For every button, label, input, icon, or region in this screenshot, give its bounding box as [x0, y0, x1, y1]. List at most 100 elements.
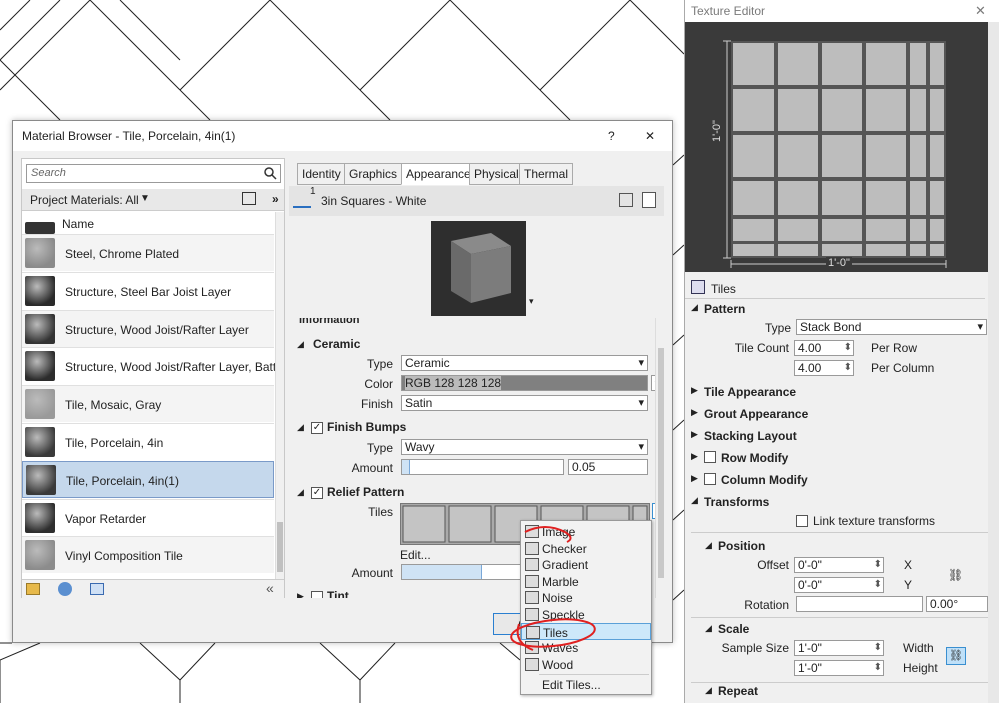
menu-item-image[interactable]: Image [521, 523, 651, 540]
transforms-section-header[interactable]: Transforms [704, 495, 769, 509]
menu-item-wood[interactable]: Wood [521, 656, 651, 673]
bumps-amount-slider[interactable] [401, 459, 564, 475]
panel-layout-icon[interactable] [242, 192, 256, 205]
information-section-header[interactable]: Information [299, 318, 360, 326]
material-list-item[interactable]: Steel, Chrome Plated [22, 234, 274, 271]
collapse-triangle-icon[interactable]: ◢ [705, 623, 712, 634]
column-modify-section[interactable]: Column Modify [721, 473, 808, 487]
menu-item-checker[interactable]: Checker [521, 540, 651, 557]
menu-item-speckle[interactable]: Speckle [521, 606, 651, 623]
menu-item-edit-tiles[interactable]: Edit Tiles... [521, 676, 651, 693]
duplicate-asset-icon[interactable] [642, 192, 656, 208]
close-button[interactable]: ✕ [645, 129, 655, 143]
material-list-item[interactable]: Tile, Porcelain, 4in [22, 423, 274, 460]
create-material-icon[interactable] [58, 582, 72, 596]
ceramic-section-header[interactable]: Ceramic [313, 337, 360, 351]
width-spinner[interactable]: 1'-0" [794, 640, 884, 656]
preview-scrollbar[interactable] [988, 22, 999, 272]
material-list-item[interactable]: Tile, Mosaic, Gray [22, 385, 274, 423]
scale-section-header[interactable]: Scale [718, 622, 749, 636]
position-section-header[interactable]: Position [718, 539, 765, 553]
ceramic-finish-dropdown[interactable]: Satin [401, 395, 648, 411]
lock-aspect-chain-icon[interactable]: ⛓ [946, 647, 966, 665]
stacking-layout-section[interactable]: Stacking Layout [704, 429, 797, 443]
finish-bumps-checkbox[interactable]: ✓ [311, 422, 323, 434]
replace-asset-icon[interactable] [619, 193, 633, 207]
collapse-triangle-icon[interactable]: ◢ [691, 302, 698, 313]
properties-scrollbar[interactable] [655, 318, 665, 598]
link-chain-icon[interactable]: ⛓ [948, 568, 963, 582]
material-list-item[interactable]: Structure, Wood Joist/Rafter Layer, Batt… [22, 347, 275, 385]
expand-triangle-icon[interactable]: ▶ [691, 407, 698, 418]
menu-item-noise[interactable]: Noise [521, 589, 651, 606]
bumps-amount-input[interactable]: 0.05 [568, 459, 648, 475]
per-row-spinner[interactable]: 4.00 [794, 340, 854, 356]
double-chevron-right-icon[interactable]: » [272, 192, 279, 206]
offset-y-spinner[interactable]: 0'-0" [794, 577, 884, 593]
ceramic-color-swatch[interactable]: RGB 128 128 128 [401, 375, 648, 391]
expand-triangle-icon[interactable]: ▶ [691, 451, 698, 462]
row-modify-checkbox[interactable] [704, 451, 716, 463]
collapse-triangle-icon[interactable]: ◢ [297, 422, 304, 433]
link-transforms-checkbox[interactable] [796, 515, 808, 527]
close-icon[interactable]: ✕ [975, 3, 986, 19]
tab-identity[interactable]: Identity [297, 163, 346, 185]
pattern-type-dropdown[interactable]: Stack Bond [796, 319, 987, 335]
tile-appearance-section[interactable]: Tile Appearance [704, 385, 796, 399]
ceramic-type-dropdown[interactable]: Ceramic [401, 355, 648, 371]
material-list-item[interactable]: Structure, Steel Bar Joist Layer [22, 271, 274, 309]
column-modify-checkbox[interactable] [704, 473, 716, 485]
edit-relief-link[interactable]: Edit... [400, 548, 431, 562]
tint-checkbox[interactable] [311, 591, 323, 598]
menu-item-marble[interactable]: Marble [521, 573, 651, 590]
row-modify-section[interactable]: Row Modify [721, 451, 788, 465]
open-library-icon[interactable] [26, 583, 40, 595]
name-column-header[interactable]: Name [62, 217, 94, 231]
expand-triangle-icon[interactable]: ▶ [691, 429, 698, 440]
brush-icon[interactable] [293, 192, 311, 208]
menu-item-tiles[interactable]: Tiles [521, 622, 651, 640]
bumps-type-dropdown[interactable]: Wavy [401, 439, 648, 455]
library-filter-dropdown[interactable]: Project Materials: All ▼ » [22, 189, 284, 211]
height-spinner[interactable]: 1'-0" [794, 660, 884, 676]
per-column-spinner[interactable]: 4.00 [794, 360, 854, 376]
rotation-input[interactable]: 0.00° [926, 596, 988, 612]
texture-editor-titlebar[interactable]: Texture Editor ✕ [685, 0, 999, 22]
grout-appearance-section[interactable]: Grout Appearance [704, 407, 808, 421]
menu-item-gradient[interactable]: Gradient [521, 556, 651, 573]
material-preview[interactable] [431, 221, 526, 316]
help-button[interactable]: ? [608, 129, 615, 143]
menu-item-waves[interactable]: Waves [521, 639, 651, 656]
texture-preview[interactable]: 1'-0" 1'-0" [685, 22, 999, 272]
height-value: 1'-0" [798, 661, 822, 675]
collapse-triangle-icon[interactable]: ◢ [705, 540, 712, 551]
rotation-slider[interactable] [796, 596, 923, 612]
expand-triangle-icon[interactable]: ▶ [297, 591, 304, 598]
collapse-triangle-icon[interactable]: ◢ [691, 495, 698, 506]
tab-thermal[interactable]: Thermal [519, 163, 574, 185]
texture-editor-scrollbar[interactable] [988, 272, 999, 703]
tab-graphics[interactable]: Graphics [344, 163, 403, 185]
material-list-item[interactable]: Tile, Porcelain, 4in(1) [22, 460, 274, 498]
relief-pattern-checkbox[interactable]: ✓ [311, 487, 323, 499]
material-editor-icon[interactable] [90, 583, 104, 595]
preview-options-icon[interactable]: ▾ [529, 296, 534, 307]
offset-x-spinner[interactable]: 0'-0" [794, 557, 884, 573]
collapse-triangle-icon[interactable]: ◢ [705, 685, 712, 696]
repeat-section-header[interactable]: Repeat [718, 684, 758, 698]
material-list-item[interactable]: Structure, Wood Joist/Rafter Layer [22, 309, 274, 347]
collapse-icon[interactable]: « [266, 580, 274, 596]
tab-appearance[interactable]: Appearance [401, 163, 476, 185]
collapse-triangle-icon[interactable]: ◢ [297, 339, 304, 350]
material-list-item[interactable]: Vinyl Composition Tile [22, 536, 274, 574]
tab-physical[interactable]: Physical [469, 163, 524, 185]
search-input[interactable]: Search [26, 164, 281, 183]
dialog-titlebar[interactable]: Material Browser - Tile, Porcelain, 4in(… [13, 121, 672, 151]
material-list-scrollbar[interactable] [275, 212, 284, 579]
material-list-item[interactable]: Vapor Retarder [22, 498, 274, 536]
expand-triangle-icon[interactable]: ▶ [691, 385, 698, 396]
collapse-triangle-icon[interactable]: ◢ [297, 487, 304, 498]
search-icon[interactable] [264, 167, 277, 180]
expand-triangle-icon[interactable]: ▶ [691, 473, 698, 484]
pattern-section-header[interactable]: Pattern [704, 302, 745, 316]
